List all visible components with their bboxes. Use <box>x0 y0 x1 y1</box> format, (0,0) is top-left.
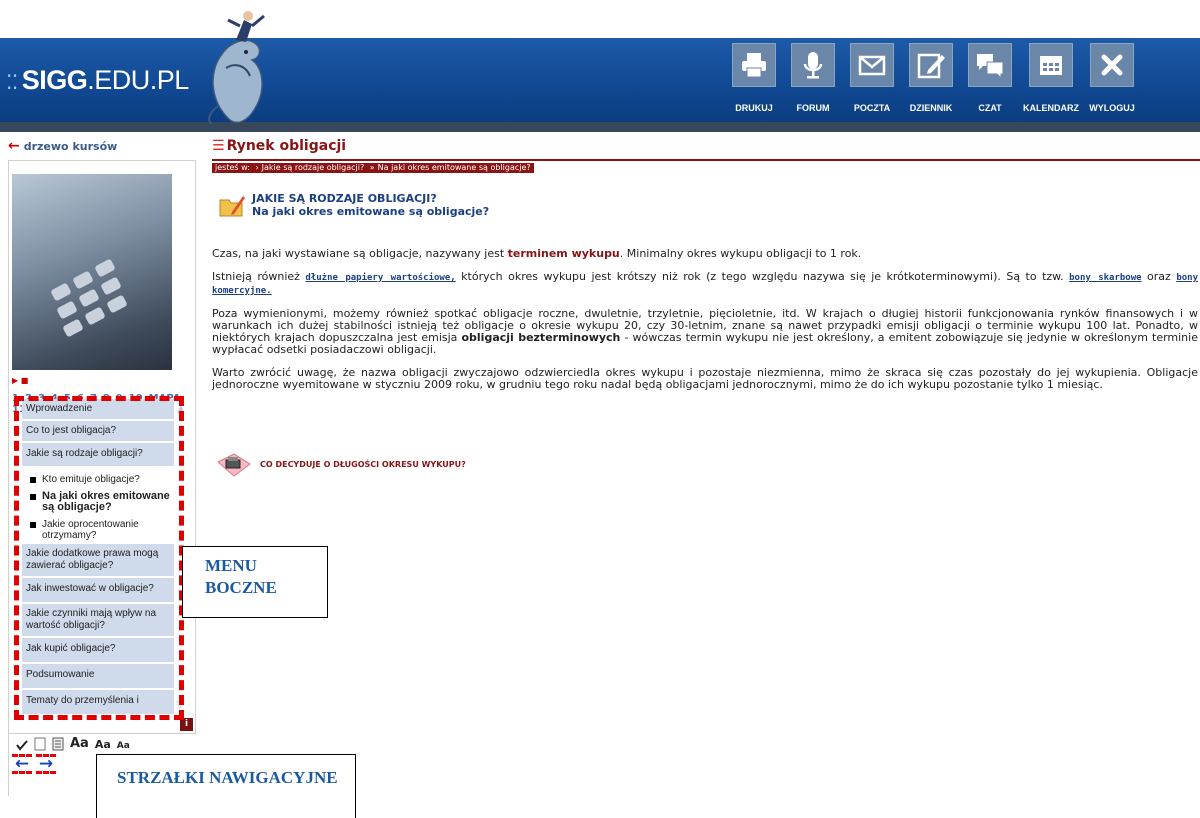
calendar-label: KALENDARZ <box>1023 103 1079 113</box>
header-nav: DRUKUJ FORUM POCZTA DZIENNIK CZAT KALEND… <box>725 43 1142 113</box>
text-tools: Aa Aa Aa <box>16 736 130 751</box>
top-strip <box>0 0 1200 38</box>
phone-key <box>84 306 106 326</box>
next-topic-label: CO DECYDUJE O DŁUGOŚCI OKRESU WYKUPU? <box>260 459 466 469</box>
bold-term: obligacji bezterminowych <box>461 331 621 344</box>
print-label: DRUKUJ <box>735 103 773 113</box>
breadcrumb-link[interactable]: Jakie są rodzaje obligacji? <box>262 163 365 172</box>
print-button[interactable]: DRUKUJ <box>725 43 783 113</box>
phone-key <box>106 294 128 314</box>
phone-key <box>62 318 84 338</box>
lesson-title-secondary: Na jaki okres emitowane są obligacje? <box>252 205 490 218</box>
document-icon[interactable] <box>52 737 64 751</box>
sidebar-divider <box>8 734 9 796</box>
forum-label: FORUM <box>796 103 830 113</box>
site-logo[interactable]: ⁚⁚ SIGG.EDU.PL <box>6 65 189 96</box>
next-page-arrow-icon[interactable]: → <box>36 754 56 774</box>
forum-button[interactable]: FORUM <box>784 43 842 113</box>
glossary-link[interactable]: bony skarbowe <box>1069 273 1141 283</box>
lesson-title-primary: JAKIE SĄ RODZAJE OBLIGACJI? <box>252 192 437 205</box>
text: Istnieją również <box>212 270 306 283</box>
text: oraz <box>1141 270 1177 283</box>
breadcrumb: jesteś w: › Jakie są rodzaje obligacji? »… <box>212 163 534 173</box>
annotation-menu: MENU BOCZNE <box>182 546 328 618</box>
annotation-arrows: STRZAŁKI NAWIGACYJNE <box>96 754 356 818</box>
arrow-left-icon: ← <box>8 138 20 154</box>
phone-key <box>78 288 100 308</box>
paragraph-4: Warto zwrócić uwagę, że nazwa obligacji … <box>212 366 1198 391</box>
logo-bold: SIGG <box>21 65 88 95</box>
page-title: ☰ Rynek obligacji <box>212 138 346 154</box>
next-topic-icon <box>217 453 251 477</box>
logout-label: WYLOGUJ <box>1089 103 1135 113</box>
breadcrumb-separator-icon: » <box>369 163 375 172</box>
calendar-icon <box>1029 43 1073 87</box>
text: . Minimalny okres wykupu obligacji to 1 … <box>619 247 862 260</box>
font-size-small[interactable]: Aa <box>117 741 130 751</box>
menu-bars-icon: ☰ <box>212 138 225 154</box>
paragraph-1: Czas, na jaki wystawiane są obligacje, n… <box>212 248 1198 260</box>
chat-button[interactable]: CZAT <box>961 43 1019 113</box>
phone-key <box>56 300 78 320</box>
lesson-heading: JAKIE SĄ RODZAJE OBLIGACJI? Na jaki okre… <box>218 192 489 220</box>
journal-button[interactable]: DZIENNIK <box>902 43 960 113</box>
chat-label: CZAT <box>978 103 1002 113</box>
text: których okres wykupu jest krótszy niż ro… <box>455 270 1070 283</box>
lesson-titles: JAKIE SĄ RODZAJE OBLIGACJI? Na jaki okre… <box>252 192 489 220</box>
font-size-medium[interactable]: Aa <box>95 738 111 751</box>
logo-rest: .EDU.PL <box>87 65 189 95</box>
calendar-button[interactable]: KALENDARZ <box>1020 43 1082 113</box>
menu-highlight-frame <box>14 396 184 720</box>
course-tree-label: drzewo kursów <box>23 140 118 153</box>
journal-label: DZIENNIK <box>909 103 953 113</box>
phone-key <box>94 258 116 278</box>
page-title-text: Rynek obligacji <box>226 138 347 154</box>
microphone-icon <box>791 43 835 87</box>
prev-page-arrow-icon[interactable]: ← <box>12 754 32 774</box>
dolphin-mascot-icon <box>208 11 265 125</box>
folder-pencil-icon <box>219 196 245 217</box>
glossary-link[interactable]: dłużne papiery wartościowe, <box>305 273 455 283</box>
journal-edit-icon <box>909 43 953 87</box>
close-icon <box>1090 43 1134 87</box>
check-icon[interactable] <box>16 739 28 751</box>
chat-icon <box>968 43 1012 87</box>
paragraph-2: Istnieją również dłużne papiery wartości… <box>212 271 1198 297</box>
lesson-content: Czas, na jaki wystawiane są obligacje, n… <box>212 248 1198 402</box>
breadcrumb-prefix: jesteś w: <box>215 163 250 172</box>
mail-label: POCZTA <box>853 103 891 113</box>
font-size-large[interactable]: Aa <box>70 736 89 751</box>
mail-icon <box>850 43 894 87</box>
paragraph-3: Poza wymienionymi, możemy również spotka… <box>212 308 1198 356</box>
course-tree-link[interactable]: ← drzewo kursów <box>8 138 117 154</box>
photo-play-icon[interactable]: ▶ ■ <box>12 376 28 385</box>
header-underline <box>0 122 1200 132</box>
text: Czas, na jaki wystawiane są obligacje, n… <box>212 247 508 260</box>
printer-icon <box>732 43 776 87</box>
mail-button[interactable]: POCZTA <box>843 43 901 113</box>
breadcrumb-separator-icon: › <box>255 163 259 172</box>
breadcrumb-current: Na jaki okres emitowane są obligacje? <box>377 163 531 172</box>
phone-key <box>50 282 72 302</box>
logout-button[interactable]: WYLOGUJ <box>1083 43 1141 113</box>
glossary-term: terminem wykupu <box>507 247 620 260</box>
course-photo <box>12 174 172 370</box>
phone-key <box>72 270 94 290</box>
title-rule <box>212 159 1200 161</box>
phone-key <box>100 276 122 296</box>
notepad-icon[interactable] <box>34 737 46 751</box>
next-topic-link[interactable]: CO DECYDUJE O DŁUGOŚCI OKRESU WYKUPU? <box>214 450 466 478</box>
logo-dots-icon: ⁚⁚ <box>6 72 18 94</box>
navigation-arrows: ← → <box>12 754 60 774</box>
